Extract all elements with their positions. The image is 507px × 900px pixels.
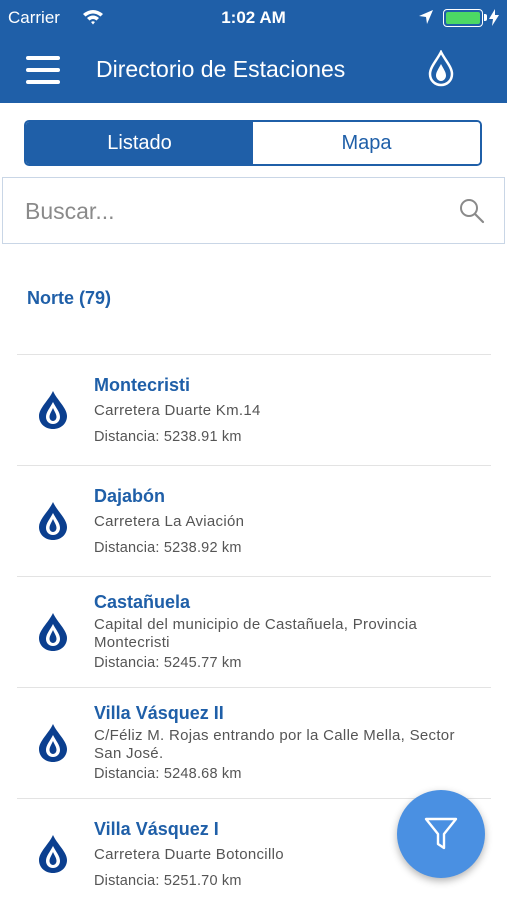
fuel-drop-icon <box>39 391 67 429</box>
list-item[interactable]: Dajabón Carretera La Aviación Distancia:… <box>0 466 507 577</box>
station-address: Carretera La Aviación <box>94 513 245 530</box>
tab-listado[interactable]: Listado <box>26 122 253 164</box>
list-item[interactable]: Montecristi Carretera Duarte Km.14 Dista… <box>0 355 507 466</box>
station-name: Villa Vásquez II <box>94 703 224 723</box>
section-header-norte: Norte (79) <box>27 288 112 308</box>
search-bar <box>2 177 505 244</box>
filter-button[interactable] <box>397 790 485 878</box>
station-distance: Distancia: 5238.91 km <box>94 429 242 445</box>
hamburger-menu-icon[interactable] <box>26 56 62 84</box>
station-distance: Distancia: 5248.68 km <box>94 766 242 782</box>
list-item[interactable]: Villa Vásquez II C/Féliz M. Rojas entran… <box>0 688 507 799</box>
list-item[interactable]: Castañuela Capital del municipio de Cast… <box>0 577 507 688</box>
station-name: Castañuela <box>94 592 191 612</box>
station-distance: Distancia: 5251.70 km <box>94 873 242 889</box>
fuel-drop-icon <box>39 724 67 762</box>
station-address: C/Féliz M. Rojas entrando por la Calle M… <box>94 727 455 762</box>
search-input[interactable] <box>25 190 445 232</box>
filter-icon <box>424 817 458 850</box>
battery-tip <box>484 14 487 21</box>
search-icon[interactable] <box>459 198 485 224</box>
fuel-drop-icon <box>39 502 67 540</box>
view-segmented-control: Listado Mapa <box>24 120 482 166</box>
fuel-drop-icon <box>39 835 67 873</box>
charging-bolt-icon <box>489 9 499 26</box>
nav-bar: Directorio de Estaciones <box>0 36 507 103</box>
fuel-drop-icon[interactable] <box>425 50 457 88</box>
station-address: Carretera Duarte Km.14 <box>94 402 261 419</box>
location-arrow-icon <box>419 10 433 24</box>
station-name: Villa Vásquez I <box>94 819 219 839</box>
station-distance: Distancia: 5245.77 km <box>94 655 242 671</box>
status-bar: Carrier 1:02 AM <box>0 0 507 36</box>
station-name: Montecristi <box>94 375 191 395</box>
station-address: Capital del municipio de Castañuela, Pro… <box>94 616 418 651</box>
battery-icon <box>443 9 483 27</box>
page-title: Directorio de Estaciones <box>96 56 346 82</box>
fuel-drop-icon <box>39 613 67 651</box>
station-distance: Distancia: 5238.92 km <box>94 540 242 556</box>
tab-mapa[interactable]: Mapa <box>253 122 480 164</box>
station-name: Dajabón <box>94 486 166 506</box>
